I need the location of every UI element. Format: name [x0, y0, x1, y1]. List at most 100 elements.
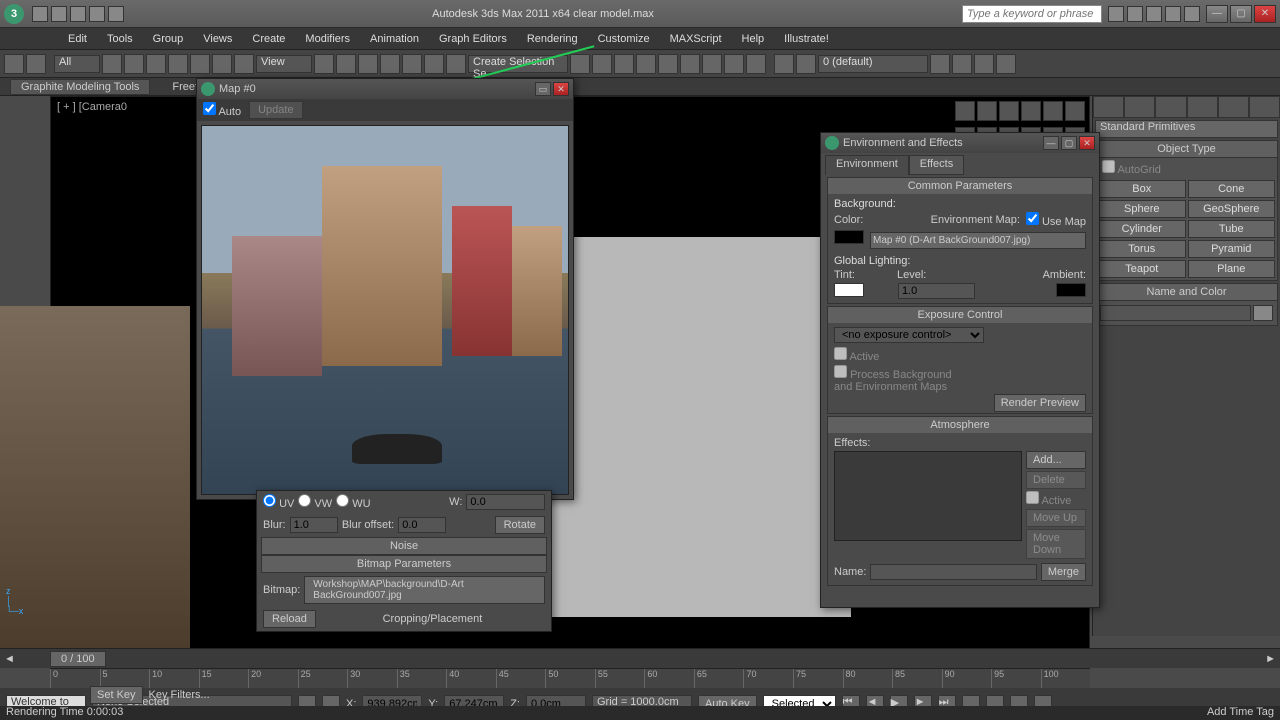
- update-button[interactable]: Update: [249, 101, 302, 119]
- tint-swatch[interactable]: [834, 283, 864, 297]
- effect-name-input[interactable]: [870, 564, 1036, 580]
- prim-cylinder-button[interactable]: Cylinder: [1098, 220, 1186, 238]
- select-name-icon[interactable]: [146, 54, 166, 74]
- maximize-button[interactable]: ▢: [1230, 5, 1252, 23]
- env-minimize-button[interactable]: —: [1043, 136, 1059, 150]
- menu-group[interactable]: Group: [145, 31, 192, 47]
- bitmap-rollout[interactable]: Bitmap Parameters: [261, 555, 547, 573]
- menu-graph editors[interactable]: Graph Editors: [431, 31, 515, 47]
- pivot-icon[interactable]: [314, 54, 334, 74]
- menu-edit[interactable]: Edit: [60, 31, 95, 47]
- map-preview-window[interactable]: Map #0 ▭ ✕ Auto Update: [196, 78, 574, 500]
- wu-radio[interactable]: WU: [336, 494, 370, 510]
- menu-tools[interactable]: Tools: [99, 31, 141, 47]
- menu-rendering[interactable]: Rendering: [519, 31, 586, 47]
- keyfilters-link[interactable]: Key Filters...: [149, 689, 210, 701]
- help-search-input[interactable]: [962, 5, 1102, 23]
- prim-torus-button[interactable]: Torus: [1098, 240, 1186, 258]
- mat-editor-icon[interactable]: [680, 54, 700, 74]
- namecolor-header[interactable]: Name and Color: [1096, 284, 1277, 301]
- star-icon[interactable]: [1165, 6, 1181, 22]
- rotate-button[interactable]: Rotate: [495, 516, 545, 534]
- unlink-icon[interactable]: [26, 54, 46, 74]
- bitmap-params-panel[interactable]: UV VW WU W: Blur: Blur offset: Rotate No…: [256, 490, 552, 632]
- effects-listbox[interactable]: [834, 451, 1022, 541]
- menu-customize[interactable]: Customize: [590, 31, 658, 47]
- auto-check[interactable]: Auto: [203, 102, 241, 118]
- wk4-icon[interactable]: [996, 54, 1016, 74]
- menu-animation[interactable]: Animation: [362, 31, 427, 47]
- viewport-label[interactable]: [ + ] [Camera0: [57, 101, 127, 113]
- atmosphere-header[interactable]: Atmosphere: [828, 417, 1092, 433]
- wk3-icon[interactable]: [974, 54, 994, 74]
- mirror-icon[interactable]: [570, 54, 590, 74]
- toggle-icon[interactable]: [1108, 6, 1124, 22]
- select-rect-icon[interactable]: [124, 54, 144, 74]
- time-slider[interactable]: 0 / 100: [50, 651, 106, 667]
- hierarchy-tab-icon[interactable]: [1155, 96, 1186, 118]
- prim-teapot-button[interactable]: Teapot: [1098, 260, 1186, 278]
- menu-help[interactable]: Help: [734, 31, 773, 47]
- prim-tube-button[interactable]: Tube: [1188, 220, 1276, 238]
- scale-icon[interactable]: [234, 54, 254, 74]
- exposure-combo[interactable]: <no exposure control>: [834, 327, 984, 343]
- workspace-combo[interactable]: 0 (default): [818, 55, 928, 73]
- refcoord-combo[interactable]: View: [256, 55, 312, 73]
- render-setup-icon[interactable]: [702, 54, 722, 74]
- add-effect-button[interactable]: Add...: [1026, 451, 1086, 469]
- bg-color-swatch[interactable]: [834, 230, 864, 244]
- vp-max-icon[interactable]: [1065, 101, 1085, 121]
- menu-illustrate![interactable]: Illustrate!: [776, 31, 837, 47]
- angle-snap-icon[interactable]: [380, 54, 400, 74]
- create-tab-icon[interactable]: [1093, 96, 1124, 118]
- menu-maxscript[interactable]: MAXScript: [662, 31, 730, 47]
- noise-rollout[interactable]: Noise: [261, 537, 547, 555]
- schematic-icon[interactable]: [658, 54, 678, 74]
- graphite-tools-tab[interactable]: Graphite Modeling Tools: [10, 79, 150, 95]
- minimize-button[interactable]: —: [1206, 5, 1228, 23]
- level-input[interactable]: [898, 283, 975, 299]
- wk2-icon[interactable]: [952, 54, 972, 74]
- color-swatch[interactable]: [1253, 305, 1273, 321]
- environment-window[interactable]: Environment and Effects — ▢ ✕ Environmen…: [820, 132, 1100, 608]
- motion-tab-icon[interactable]: [1187, 96, 1218, 118]
- exposure-header[interactable]: Exposure Control: [828, 307, 1092, 323]
- display-tab-icon[interactable]: [1218, 96, 1249, 118]
- category-combo[interactable]: Standard Primitives: [1095, 120, 1278, 138]
- vp-lock-icon[interactable]: [1043, 101, 1063, 121]
- object-name-input[interactable]: [1100, 305, 1251, 321]
- qat-new-icon[interactable]: [32, 6, 48, 22]
- prim-pyramid-button[interactable]: Pyramid: [1188, 240, 1276, 258]
- map-minimize-button[interactable]: ▭: [535, 82, 551, 96]
- snap-icon[interactable]: [358, 54, 378, 74]
- prim-cone-button[interactable]: Cone: [1188, 180, 1276, 198]
- common-params-header[interactable]: Common Parameters: [828, 178, 1092, 194]
- wrench-icon[interactable]: [1127, 6, 1143, 22]
- curve-editor-icon[interactable]: [636, 54, 656, 74]
- menu-views[interactable]: Views: [195, 31, 240, 47]
- map-close-button[interactable]: ✕: [553, 82, 569, 96]
- arrow-icon[interactable]: [1146, 6, 1162, 22]
- spinner-snap-icon[interactable]: [424, 54, 444, 74]
- modify-tab-icon[interactable]: [1124, 96, 1155, 118]
- usemap-check[interactable]: Use Map: [1026, 212, 1086, 228]
- render-preview-button[interactable]: Render Preview: [994, 394, 1086, 412]
- tab-environment[interactable]: Environment: [825, 155, 909, 175]
- qat-undo-icon[interactable]: [89, 6, 105, 22]
- vw-radio[interactable]: VW: [298, 494, 332, 510]
- vp-light-icon[interactable]: [1021, 101, 1041, 121]
- bluroff-input[interactable]: [398, 517, 446, 533]
- uv-radio[interactable]: UV: [263, 494, 294, 510]
- lock-icon[interactable]: [774, 54, 794, 74]
- rotate-icon[interactable]: [212, 54, 232, 74]
- percent-snap-icon[interactable]: [402, 54, 422, 74]
- merge-button[interactable]: Merge: [1041, 563, 1086, 581]
- app-logo[interactable]: 3: [4, 4, 24, 24]
- bitmap-path-button[interactable]: Workshop\MAP\background\D-Art BackGround…: [304, 576, 545, 604]
- close-button[interactable]: ✕: [1254, 5, 1276, 23]
- prim-box-button[interactable]: Box: [1098, 180, 1186, 198]
- ambient-swatch[interactable]: [1056, 283, 1086, 297]
- prim-plane-button[interactable]: Plane: [1188, 260, 1276, 278]
- layer-icon[interactable]: [614, 54, 634, 74]
- select-region-icon[interactable]: [168, 54, 188, 74]
